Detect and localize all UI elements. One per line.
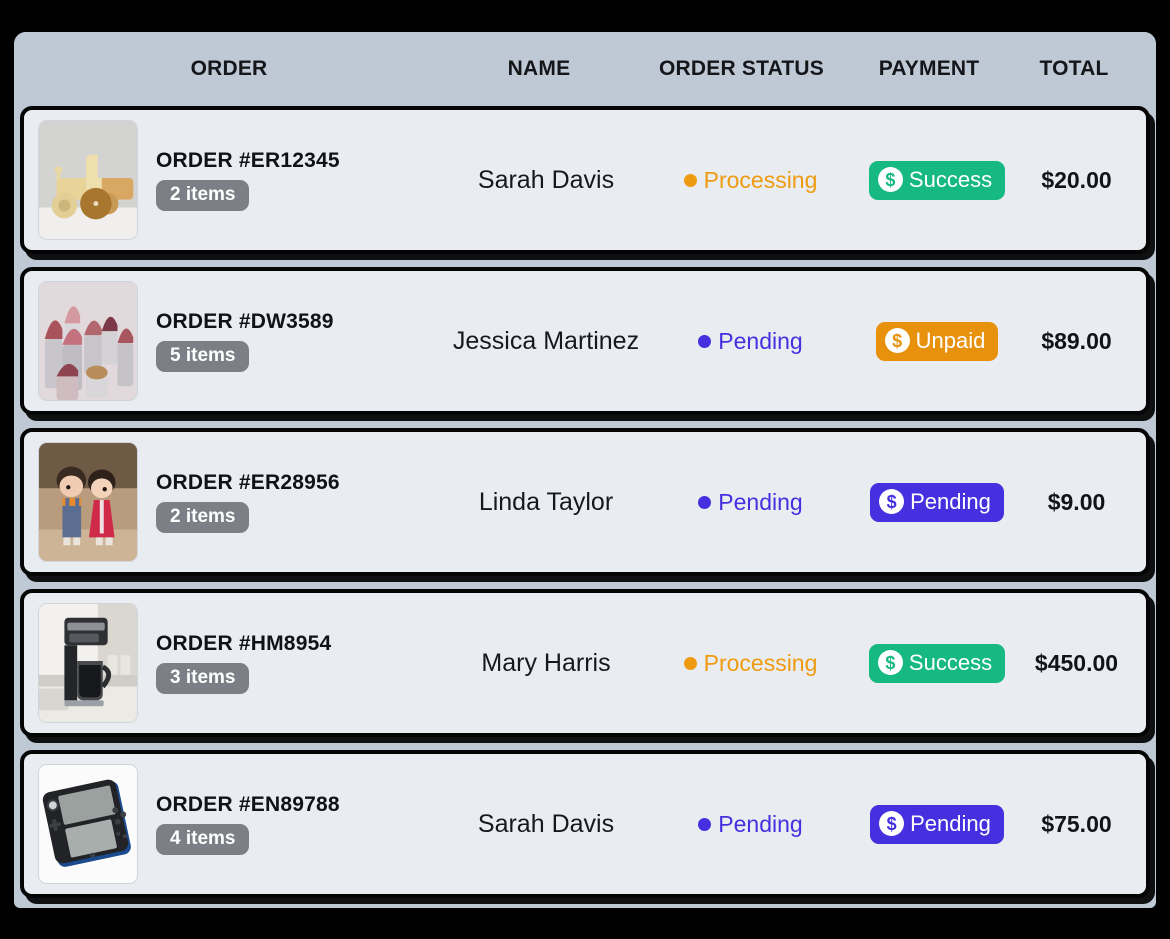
customer-name: Sarah Davis [477,165,615,194]
status-dot-icon [683,656,697,670]
order-status: Processing [683,649,818,677]
order-status-cell: Pending [644,489,857,516]
payment-status-label: Pending [910,810,991,836]
order-cell: ORDER #HM8954 3 items [24,603,448,723]
order-cell: ORDER #EN89788 4 items [24,764,448,884]
order-id-label: ORDER #HM8954 [156,632,332,655]
column-header-name[interactable]: NAME [444,57,634,81]
table-header-row: ORDER NAME ORDER STATUS PAYMENT TOTAL [14,32,1156,106]
items-count-badge: 3 items [156,663,250,694]
order-total: $20.00 [1041,166,1112,193]
order-status-cell: Processing [644,650,857,677]
payment-status-badge[interactable]: $ Success [868,643,1006,683]
order-meta: ORDER #HM8954 3 items [156,632,331,694]
payment-status-label: Success [908,649,993,675]
order-status-cell: Processing [644,167,857,194]
table-row[interactable]: ORDER #ER12345 2 items Sarah Davis Processi… [20,106,1150,254]
order-cell: ORDER #ER12345 2 items [24,120,448,240]
order-cell: ORDER #DW3589 5 items [24,281,448,401]
payment-status-badge[interactable]: $ Unpaid [875,321,999,361]
order-status: Pending [698,488,803,516]
order-status-label: Pending [718,810,803,837]
order-status-cell: Pending [644,811,857,838]
items-count-badge: 2 items [156,180,250,211]
status-dot-icon [698,817,712,831]
order-meta: ORDER #EN89788 4 items [156,793,340,855]
order-id-label: ORDER #ER28956 [156,471,340,494]
payment-status-label: Unpaid [915,327,986,353]
order-meta: ORDER #ER12345 2 items [156,149,340,211]
dollar-circle-icon: $ [877,650,903,675]
order-meta: ORDER #ER28956 2 items [156,471,340,533]
order-status-label: Pending [718,327,803,354]
payment-status-badge[interactable]: $ Pending [870,804,1004,844]
dollar-circle-icon: $ [884,328,910,353]
order-total: $75.00 [1041,810,1112,837]
items-count-badge: 5 items [156,341,250,372]
order-total: $450.00 [1034,649,1119,676]
column-header-payment[interactable]: PAYMENT [849,57,1009,81]
lipsticks-image [38,281,138,401]
customer-name: Linda Taylor [478,487,614,516]
order-total: $89.00 [1041,327,1112,354]
orders-list: ORDER #ER12345 2 items Sarah Davis Processi… [14,106,1156,908]
table-row[interactable]: ORDER #DW3589 5 items Jessica Martinez Pend… [20,267,1150,415]
column-header-total[interactable]: TOTAL [1009,57,1139,81]
table-row[interactable]: ORDER #HM8954 3 items Mary Harris Processin… [20,589,1150,737]
payment-cell: $ Success [857,160,1017,200]
handheld-game-console-image [38,764,138,884]
customer-name: Jessica Martinez [452,326,640,355]
payment-cell: $ Unpaid [857,321,1017,361]
payment-status-badge[interactable]: $ Pending [870,482,1004,522]
order-id-label: ORDER #ER12345 [156,149,340,172]
order-status: Processing [683,166,818,194]
table-row[interactable]: ORDER #EN89788 4 items Sarah Davis Pending $… [20,750,1150,898]
payment-status-badge[interactable]: $ Success [868,160,1006,200]
dollar-circle-icon: $ [877,167,903,192]
payment-cell: $ Pending [857,804,1017,844]
order-status: Pending [698,810,803,838]
doll-figurines-image [38,442,138,562]
order-status: Pending [698,327,803,355]
order-status-cell: Pending [644,328,857,355]
order-status-label: Pending [718,488,803,515]
customer-name: Mary Harris [481,648,611,677]
status-dot-icon [683,173,697,187]
customer-name: Sarah Davis [477,809,615,838]
order-id-label: ORDER #DW3589 [156,310,334,333]
status-dot-icon [698,495,712,509]
order-meta: ORDER #DW3589 5 items [156,310,334,372]
order-status-label: Processing [703,166,818,193]
items-count-badge: 2 items [156,502,250,533]
items-count-badge: 4 items [156,824,250,855]
orders-panel: ORDER NAME ORDER STATUS PAYMENT TOTAL OR… [14,32,1156,908]
payment-cell: $ Pending [857,482,1017,522]
order-cell: ORDER #ER28956 2 items [24,442,448,562]
payment-status-label: Pending [910,488,991,514]
coffee-maker-image [38,603,138,723]
wooden-toy-car-image [38,120,138,240]
order-status-label: Processing [703,649,818,676]
table-row[interactable]: ORDER #ER28956 2 items Linda Taylor Pending… [20,428,1150,576]
column-header-order[interactable]: ORDER [14,57,444,81]
dollar-circle-icon: $ [879,811,905,836]
payment-cell: $ Success [857,643,1017,683]
order-id-label: ORDER #EN89788 [156,793,340,816]
status-dot-icon [698,334,712,348]
order-total: $9.00 [1047,488,1106,515]
column-header-status[interactable]: ORDER STATUS [634,57,849,81]
dollar-circle-icon: $ [879,489,905,514]
payment-status-label: Success [908,166,993,192]
